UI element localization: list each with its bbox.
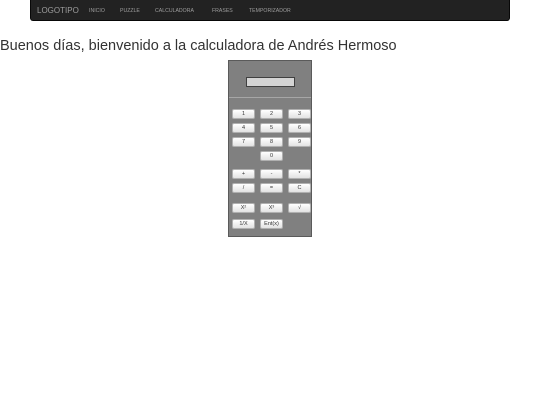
key-9[interactable]: 9 xyxy=(288,137,311,147)
key-integer-part[interactable]: Ent(x) xyxy=(260,219,283,229)
key-7[interactable]: 7 xyxy=(232,137,255,147)
key-1[interactable]: 1 xyxy=(232,109,255,119)
key-square[interactable]: X² xyxy=(232,203,255,213)
key-plus[interactable]: + xyxy=(232,169,255,179)
key-6[interactable]: 6 xyxy=(288,123,311,133)
nav-link-temporizador[interactable]: TEMPORIZADOR xyxy=(249,8,291,14)
brand-logo-link[interactable]: LOGOTIPO xyxy=(37,6,79,15)
key-0[interactable]: 0 xyxy=(260,151,283,161)
nav-link-inicio[interactable]: INICIO xyxy=(89,8,105,14)
calculator: 1 2 3 4 5 6 7 8 9 0 + - * / = C X² X³ √ … xyxy=(228,60,312,237)
key-divide[interactable]: / xyxy=(232,183,255,193)
key-equals[interactable]: = xyxy=(260,183,283,193)
key-minus[interactable]: - xyxy=(260,169,283,179)
key-reciprocal[interactable]: 1/X xyxy=(232,219,255,229)
nav-link-frases[interactable]: FRASES xyxy=(212,8,233,14)
nav-link-puzzle[interactable]: PUZZLE xyxy=(120,8,140,14)
page-greeting: Buenos días, bienvenido a la calculadora… xyxy=(0,38,397,54)
key-cube[interactable]: X³ xyxy=(260,203,283,213)
top-navbar: LOGOTIPO INICIO PUZZLE CALCULADORA FRASE… xyxy=(30,0,510,21)
key-4[interactable]: 4 xyxy=(232,123,255,133)
key-2[interactable]: 2 xyxy=(260,109,283,119)
key-multiply[interactable]: * xyxy=(288,169,311,179)
key-5[interactable]: 5 xyxy=(260,123,283,133)
nav-link-calculadora[interactable]: CALCULADORA xyxy=(155,8,194,14)
key-square-root[interactable]: √ xyxy=(288,203,311,213)
key-clear[interactable]: C xyxy=(288,183,311,193)
calculator-display[interactable] xyxy=(246,77,295,87)
calculator-divider xyxy=(229,97,311,98)
key-8[interactable]: 8 xyxy=(260,137,283,147)
key-3[interactable]: 3 xyxy=(288,109,311,119)
